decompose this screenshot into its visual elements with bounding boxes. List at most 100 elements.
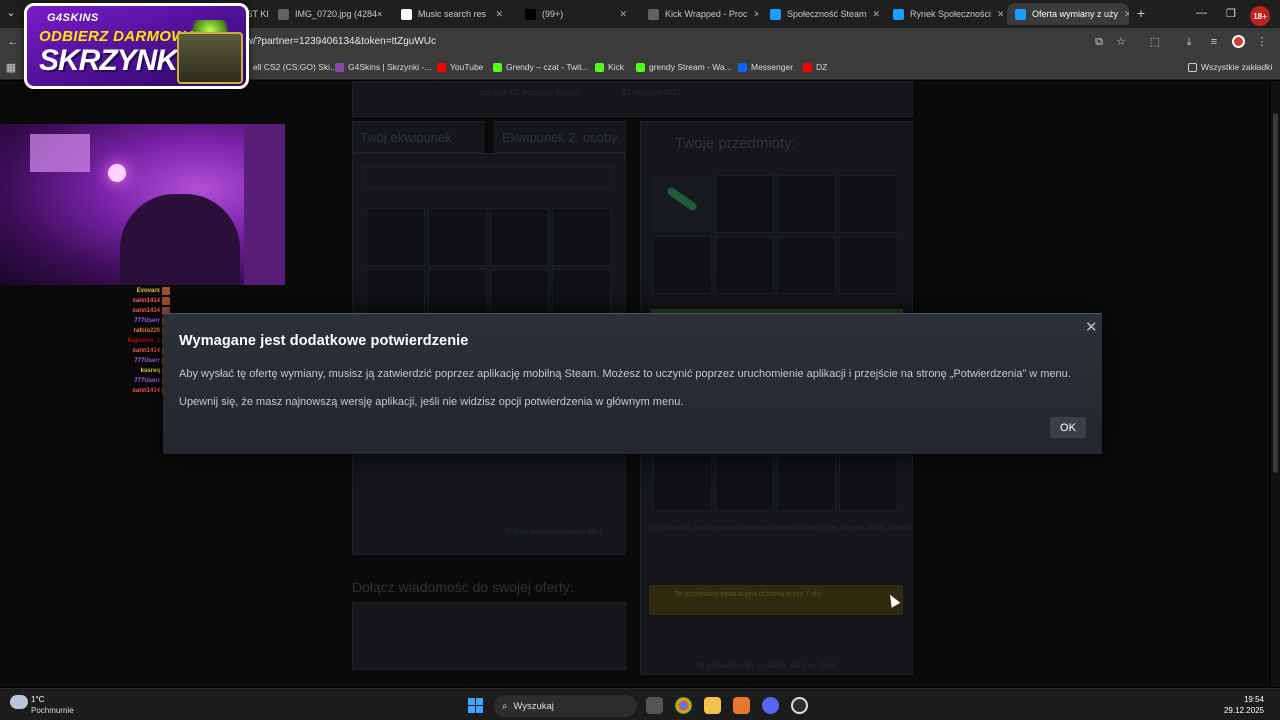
- windows-start-icon[interactable]: [468, 698, 483, 713]
- advanced-filters-link[interactable]: Pokaż zaawansowane filtry...: [506, 527, 609, 536]
- offer-slot[interactable]: [777, 236, 836, 294]
- offer-slot[interactable]: [653, 236, 712, 294]
- promo-brand: G4SKINS: [47, 12, 99, 24]
- offer-slot[interactable]: [715, 236, 774, 294]
- chrome-icon[interactable]: [675, 697, 692, 714]
- bookmark-item[interactable]: Messenger: [738, 62, 793, 72]
- offer-slot[interactable]: [839, 175, 898, 233]
- stream-chat: Evovarx xann1414 xann1414 777Userr rafcio229…: [40, 286, 170, 396]
- bookmark-item[interactable]: G4Skins | Skrzynki -...: [335, 62, 431, 72]
- chat-username[interactable]: xann1414: [133, 298, 160, 304]
- bookmark-favicon-icon: [595, 62, 604, 72]
- tab-label: Rynek Społeczności: [910, 9, 992, 19]
- media-icon[interactable]: ≡: [1207, 35, 1221, 49]
- all-bookmarks[interactable]: Wszystkie zakładki: [1188, 62, 1272, 72]
- discord-icon[interactable]: [762, 697, 779, 714]
- tab-close-icon[interactable]: ✕: [997, 9, 1003, 20]
- chat-username[interactable]: xann1414: [133, 308, 160, 314]
- game-selector[interactable]: [364, 166, 612, 188]
- chat-emote-icon: [162, 297, 170, 305]
- tab-close-icon[interactable]: ✕: [753, 9, 758, 20]
- their-offer-slot[interactable]: [653, 455, 712, 511]
- knife-item[interactable]: [653, 175, 712, 233]
- chat-username[interactable]: 777Userr: [134, 318, 160, 324]
- browser-tab[interactable]: Oferta wymiany z uży ✕: [1007, 3, 1129, 25]
- tab-your-inventory-label: Twój ekwipunek: [360, 130, 452, 145]
- chat-username[interactable]: xann1414: [133, 388, 160, 394]
- app-icon[interactable]: [733, 697, 750, 714]
- tab-favicon-icon: [1015, 8, 1026, 20]
- profile-badge[interactable]: 18+: [1250, 6, 1270, 26]
- task-view-icon[interactable]: [646, 697, 663, 714]
- minimize-icon[interactable]: —: [1196, 7, 1207, 19]
- offer-slot[interactable]: [715, 175, 774, 233]
- inventory-slot[interactable]: [366, 208, 425, 266]
- tab-close-icon[interactable]: ✕: [873, 9, 880, 20]
- tab-label: Społeczność Steam: [787, 9, 867, 19]
- chat-message: Kapsoon_1: [40, 336, 170, 346]
- download-icon[interactable]: ⤓: [1182, 35, 1196, 49]
- chat-username[interactable]: 777Userr: [134, 378, 160, 384]
- chat-username[interactable]: xann1414: [133, 348, 160, 354]
- their-offer-slot[interactable]: [839, 455, 898, 511]
- inventory-slot[interactable]: [490, 208, 549, 266]
- bookmark-favicon-icon: [636, 62, 645, 72]
- profile-avatar[interactable]: [1232, 35, 1245, 48]
- ok-button[interactable]: OK: [1050, 417, 1086, 438]
- bookmark-item[interactable]: Kick: [595, 62, 624, 72]
- menu-dots-icon[interactable]: ⋮: [1255, 35, 1269, 49]
- bookmark-label: Grendy – czat - Twit...: [506, 62, 589, 72]
- chat-emote-icon: [162, 287, 170, 295]
- bookmark-star-icon[interactable]: ☆: [1114, 35, 1128, 49]
- bookmark-item[interactable]: grendy Stream - Wa...: [636, 62, 732, 72]
- inventory-slot[interactable]: [552, 208, 611, 266]
- address-bar[interactable]: /new/?partner=1239406134&token=ttZguWUc: [232, 36, 436, 47]
- message-textarea[interactable]: [352, 602, 626, 670]
- bookmark-item[interactable]: Grendy – czat - Twit...: [493, 62, 589, 72]
- their-offer-slot[interactable]: [777, 455, 836, 511]
- chat-username[interactable]: 777Userr: [134, 358, 160, 364]
- offer-slot[interactable]: [777, 175, 836, 233]
- waiting-text: W gotowości do wysłania własnej oferty: [697, 661, 838, 670]
- offer-slot[interactable]: [839, 236, 898, 294]
- translate-icon[interactable]: ⧉: [1092, 35, 1106, 49]
- apps-grid-icon[interactable]: ▦: [4, 61, 18, 75]
- bookmark-favicon-icon: [437, 62, 446, 72]
- restore-icon[interactable]: ❐: [1226, 7, 1236, 20]
- browser-tab[interactable]: (99+) ✕: [517, 3, 635, 25]
- tab-search-icon[interactable]: ⌄: [4, 6, 18, 20]
- bookmark-item[interactable]: YouTube: [437, 62, 483, 72]
- browser-tab[interactable]: Kick Wrapped - Proc ✕: [640, 3, 758, 25]
- tab-close-icon[interactable]: ✕: [495, 9, 503, 20]
- file-explorer-icon[interactable]: [704, 697, 721, 714]
- system-clock[interactable]: 19:54 29.12.2025: [1224, 694, 1264, 716]
- dialog-paragraph-2: Upewnij się, że masz najnowszą wersję ap…: [179, 396, 684, 408]
- chat-username[interactable]: kssreq: [141, 368, 160, 374]
- tab-close-icon[interactable]: ✕: [1124, 9, 1129, 20]
- new-tab-icon[interactable]: +: [1134, 6, 1148, 20]
- chat-username[interactable]: Kapsoon_1: [128, 338, 160, 344]
- bookmark-label: YouTube: [450, 62, 484, 72]
- their-offer-slot[interactable]: [715, 455, 774, 511]
- bookmark-label: Kick: [608, 62, 625, 72]
- close-icon[interactable]: ✕: [1085, 318, 1098, 336]
- extensions-icon[interactable]: ⬚: [1148, 35, 1162, 49]
- page-scrollbar[interactable]: [1271, 81, 1280, 687]
- browser-tab[interactable]: Społeczność Steam ✕: [762, 3, 880, 25]
- tab-close-icon[interactable]: ✕: [619, 9, 627, 20]
- taskbar-search[interactable]: ⌕ Wyszukaj: [494, 695, 637, 717]
- weather-temperature[interactable]: 1°C: [31, 695, 44, 704]
- weather-description[interactable]: Pochmurnie: [31, 706, 74, 715]
- promo-line1: ODBIERZ DARMOWĄ: [39, 28, 197, 45]
- chat-username[interactable]: rafcio229: [134, 328, 160, 334]
- chat-message: Evovarx: [40, 286, 170, 296]
- browser-tab[interactable]: Rynek Społeczności ✕: [885, 3, 1003, 25]
- browser-tab[interactable]: IMG_0720.jpg (4284×✕: [270, 3, 388, 25]
- browser-tab[interactable]: Music search res ✕: [393, 3, 511, 25]
- bookmark-item[interactable]: DZ: [803, 62, 827, 72]
- inventory-slot[interactable]: [428, 208, 487, 266]
- bookmark-item[interactable]: ell CS2 (CS:GO) Ski...: [240, 62, 337, 72]
- steam-icon[interactable]: [791, 697, 808, 714]
- chat-username[interactable]: Evovarx: [137, 288, 160, 294]
- back-icon[interactable]: ←: [6, 35, 20, 49]
